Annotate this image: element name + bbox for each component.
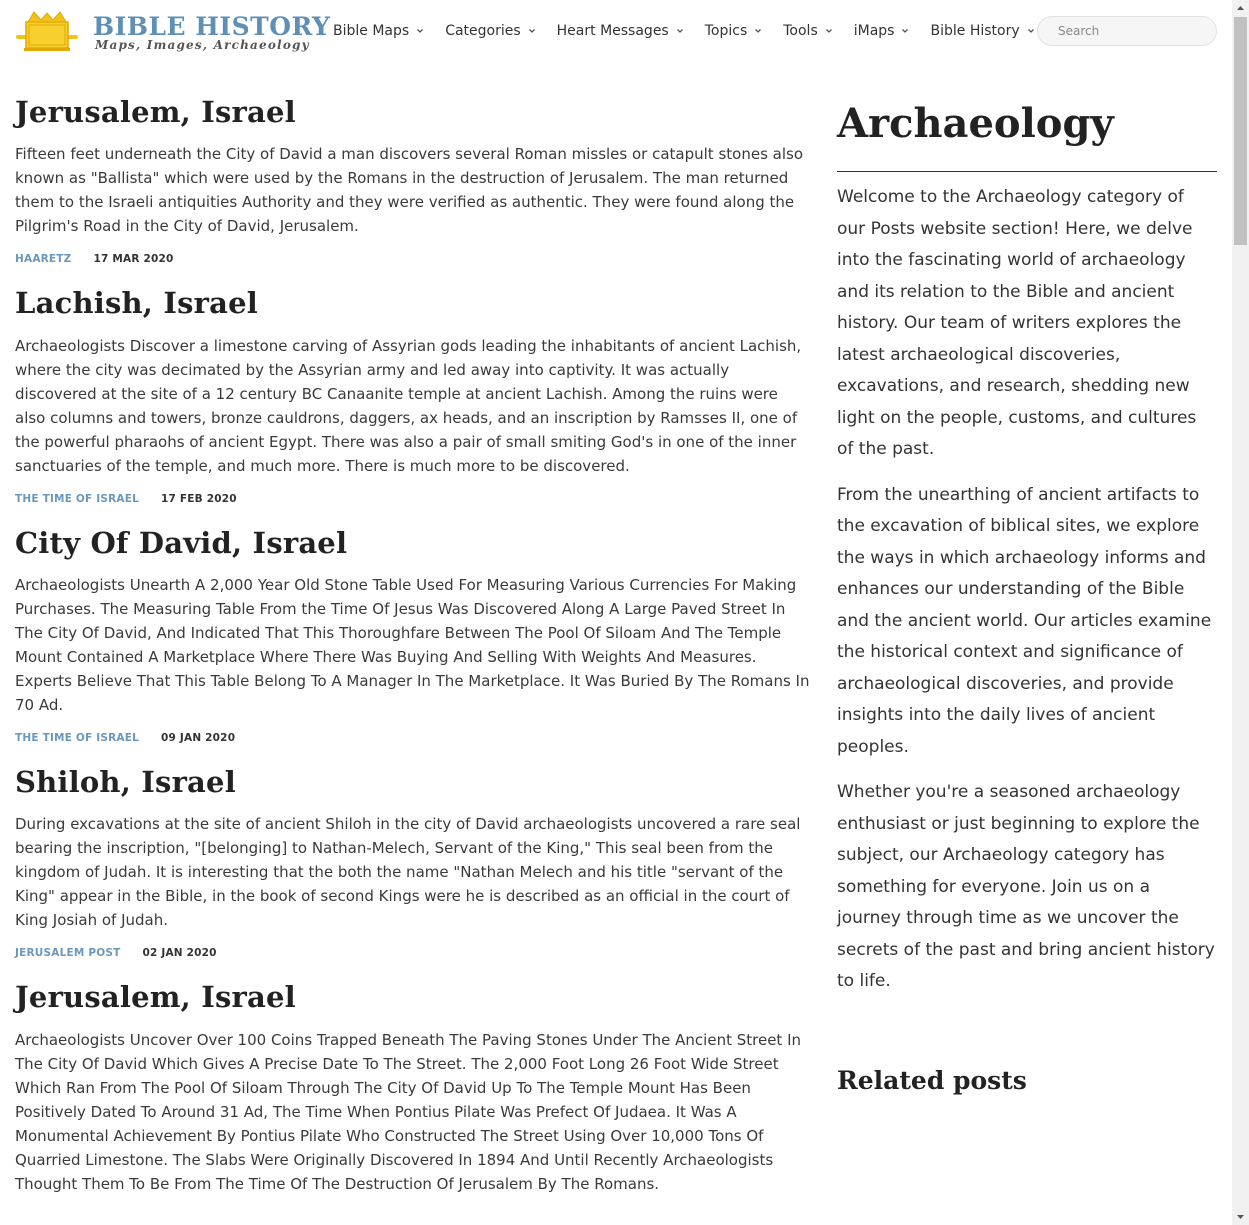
post-list: Jerusalem, Israel Fifteen feet underneath… xyxy=(15,95,810,1218)
scrollbar-thumb[interactable] xyxy=(1234,17,1247,245)
post-source-link[interactable]: JERUSALEM POST xyxy=(15,947,121,959)
post-date: 02 JAN 2020 xyxy=(142,947,217,960)
nav-item-label: Topics xyxy=(704,23,748,39)
chevron-down-icon xyxy=(528,29,535,33)
post-excerpt: Archaeologists Unearth A 2,000 Year Old … xyxy=(15,576,810,715)
post-item: Jerusalem, Israel Fifteen feet underneath… xyxy=(15,95,810,265)
logo-title: BIBLE HISTORY xyxy=(93,12,331,41)
post-item: Jerusalem, Israel Archaeologists Uncover … xyxy=(15,981,810,1195)
post-excerpt: Archaeologists Discover a limestone carv… xyxy=(15,336,802,475)
chevron-down-icon xyxy=(902,29,909,33)
post-meta: THE TIME OF ISRAEL 09 JAN 2020 xyxy=(15,732,810,744)
post-date: 17 FEB 2020 xyxy=(161,492,237,505)
sidebar-paragraph: Whether you're a seasoned archaeology en… xyxy=(837,782,1215,991)
nav-item-label: Heart Messages xyxy=(556,23,669,39)
nav-item-label: iMaps xyxy=(853,23,895,39)
post-meta: JERUSALEM POST 02 JAN 2020 xyxy=(15,947,810,959)
post-title[interactable]: City Of David, Israel xyxy=(15,526,810,560)
site-logo[interactable]: BIBLE HISTORY Maps, Images, Archaeology xyxy=(14,8,330,54)
post-meta: THE TIME OF ISRAEL 17 FEB 2020 xyxy=(15,493,810,505)
post-excerpt: Archaeologists Uncover Over 100 Coins Tr… xyxy=(15,1030,801,1193)
post-excerpt: During excavations at the site of ancien… xyxy=(15,815,801,930)
scroll-down-arrow-icon[interactable] xyxy=(1232,1208,1249,1225)
post-title[interactable]: Jerusalem, Israel xyxy=(15,981,810,1015)
nav-item-label: Categories xyxy=(445,23,521,39)
nav-item-bible-maps[interactable]: Bible Maps xyxy=(333,20,425,42)
nav-item-imaps[interactable]: iMaps xyxy=(854,20,911,42)
chevron-down-icon xyxy=(676,29,683,33)
chevron-down-icon xyxy=(417,29,424,33)
chevron-down-icon xyxy=(825,29,832,33)
post-item: Shiloh, Israel During excavations at the … xyxy=(15,765,810,959)
sidebar: Archaeology Welcome to the Archaeology c… xyxy=(837,96,1217,1012)
nav-item-label: Bible Maps xyxy=(333,23,410,39)
post-date: 09 JAN 2020 xyxy=(161,732,236,745)
scroll-up-arrow-icon[interactable] xyxy=(1232,0,1249,17)
chevron-down-icon xyxy=(1027,29,1034,33)
post-item: City Of David, Israel Archaeologists Unea… xyxy=(15,526,810,744)
chevron-down-icon xyxy=(755,29,762,33)
nav-item-label: Tools xyxy=(783,23,818,39)
vertical-scrollbar[interactable] xyxy=(1232,0,1249,1225)
post-item: Lachish, Israel Archaeologists Discover a… xyxy=(15,286,810,505)
site-header: BIBLE HISTORY Maps, Images, Archaeology … xyxy=(0,0,1232,62)
search-input[interactable] xyxy=(1037,16,1217,46)
post-title[interactable]: Shiloh, Israel xyxy=(15,765,810,799)
post-title[interactable]: Jerusalem, Israel xyxy=(15,95,810,129)
logo-tagline: Maps, Images, Archaeology xyxy=(95,38,310,52)
nav-item-categories[interactable]: Categories xyxy=(445,20,536,42)
sidebar-paragraph: From the unearthing of ancient artifacts… xyxy=(837,484,1212,757)
post-source-link[interactable]: THE TIME OF ISRAEL xyxy=(15,732,139,744)
post-title[interactable]: Lachish, Israel xyxy=(15,286,810,320)
sidebar-paragraph: Welcome to the Archaeology category of o… xyxy=(837,187,1197,459)
sidebar-divider xyxy=(837,171,1217,172)
post-excerpt: Fifteen feet underneath the City of Davi… xyxy=(15,145,803,236)
nav-item-topics[interactable]: Topics xyxy=(705,20,764,42)
nav-item-bible-history[interactable]: Bible History xyxy=(930,20,1035,42)
nav-item-tools[interactable]: Tools xyxy=(783,20,834,42)
ark-of-covenant-icon xyxy=(16,11,78,51)
post-date: 17 MAR 2020 xyxy=(93,253,174,266)
post-source-link[interactable]: HAARETZ xyxy=(15,253,71,265)
nav-item-heart-messages[interactable]: Heart Messages xyxy=(557,20,685,42)
main-nav: Bible Maps Categories Heart Messages Topics… xyxy=(333,20,1056,42)
related-posts-heading: Related posts xyxy=(837,1066,1027,1095)
nav-item-label: Bible History xyxy=(930,23,1020,39)
post-source-link[interactable]: THE TIME OF ISRAEL xyxy=(15,493,139,505)
sidebar-title: Archaeology xyxy=(837,100,1114,147)
post-meta: HAARETZ 17 MAR 2020 xyxy=(15,253,810,265)
